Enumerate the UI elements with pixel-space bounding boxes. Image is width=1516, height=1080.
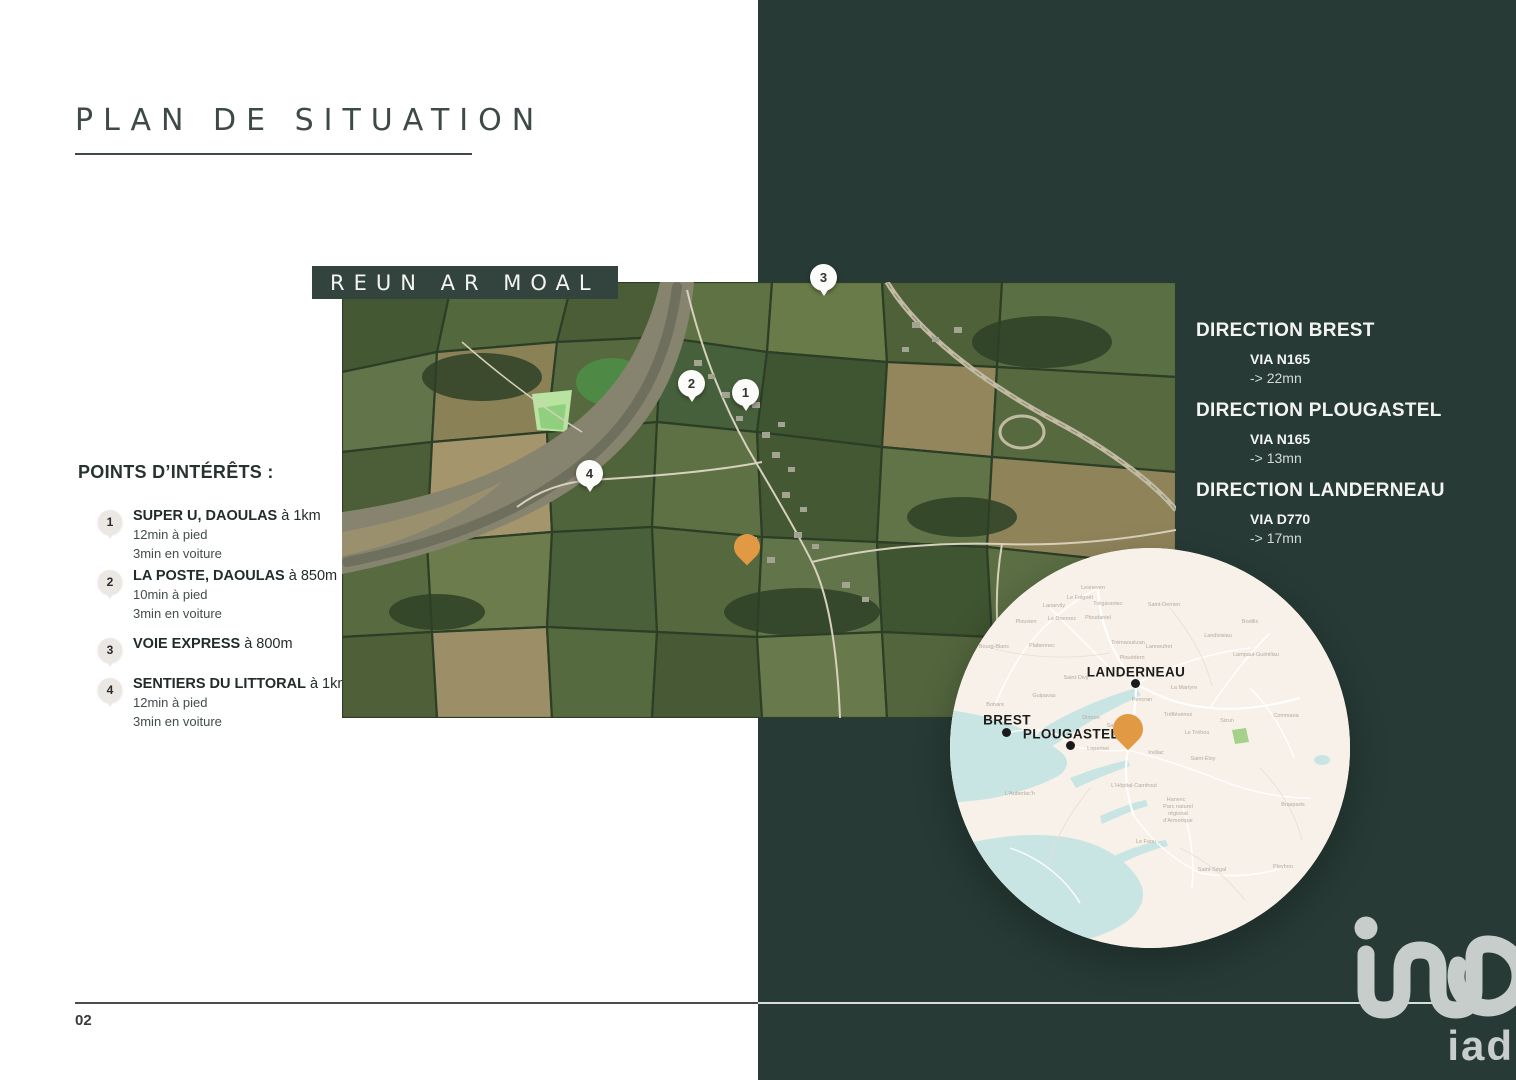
city-label-brest: BREST [983, 713, 1031, 728]
town-label: L'Hôpital-Camfrout [1111, 783, 1157, 789]
poi-item-2: 2 LA POSTE, DAOULAS à 850m 10min à pied … [78, 568, 378, 622]
poi-item-1: 1 SUPER U, DAOULAS à 1km 12min à pied 3m… [78, 508, 378, 562]
town-label: Pencran [1132, 697, 1153, 703]
map-title-label: REUN AR MOAL [312, 266, 618, 299]
direction-plougastel: DIRECTION PLOUGASTEL VIA N165 -> 13mn [1196, 400, 1442, 466]
town-label: Trémaouézan [1111, 640, 1145, 646]
poi-item-3: 3 VOIE EXPRESS à 800m [78, 636, 378, 652]
town-label: Bohars [986, 702, 1003, 708]
poi-heading: POINTS D’INTÉRÊTS : [78, 462, 378, 483]
town-label: Lesneven [1081, 585, 1105, 591]
town-label: Commana [1273, 713, 1298, 719]
poi-pin-3: 3 [98, 638, 122, 662]
poi-pin-1: 1 [98, 510, 122, 534]
overview-map: LANDERNEAU BREST PLOUGASTEL Lesneven Le … [950, 548, 1350, 948]
town-label: Sizun [1220, 718, 1234, 724]
footer-rule-left [75, 1002, 758, 1004]
town-label: Saint-Éloy [1190, 756, 1215, 762]
town-label: Le Faou [1136, 839, 1156, 845]
poi-pin-2: 2 [98, 570, 122, 594]
city-label-landerneau: LANDERNEAU [1087, 665, 1186, 680]
town-label: Saint-Ségal [1198, 867, 1226, 873]
points-of-interest: POINTS D’INTÉRÊTS : 1 SUPER U, DAOULAS à… [78, 462, 378, 483]
marker-number: 4 [586, 466, 593, 481]
direction-time: -> 22mn [1250, 370, 1375, 386]
direction-via: VIA D770 [1250, 511, 1445, 527]
town-label: Pleyben [1273, 864, 1293, 870]
map-marker-1: 1 [732, 379, 759, 406]
town-label: Trégarantec [1093, 601, 1122, 607]
city-label-plougastel: PLOUGASTEL [1023, 727, 1119, 742]
town-label: Loperhet [1087, 746, 1109, 752]
town-label: Bodilis [1242, 619, 1258, 625]
marker-number: 2 [688, 376, 695, 391]
direction-via: VIA N165 [1250, 351, 1375, 367]
iad-logo: iad [1336, 908, 1516, 1073]
town-label: Le Folgoët [1067, 595, 1093, 601]
marker-number: 1 [742, 385, 749, 400]
map-marker-3: 3 [810, 264, 837, 291]
town-label: Le Tréhou [1185, 730, 1210, 736]
poi-pin-number: 3 [107, 643, 114, 657]
city-dot-plougastel [1066, 741, 1075, 750]
town-label: L'Auberlac'h [1005, 791, 1035, 797]
town-label: La Martyre [1171, 685, 1197, 691]
direction-time: -> 13mn [1250, 450, 1442, 466]
town-label: Saint-Derrien [1148, 602, 1180, 608]
city-dot-brest [1002, 728, 1011, 737]
direction-landerneau: DIRECTION LANDERNEAU VIA D770 -> 17mn [1196, 480, 1445, 546]
town-label: Le Drennec [1048, 616, 1076, 622]
poi-pin-number: 1 [107, 515, 114, 529]
poi-pin-number: 2 [107, 575, 114, 589]
town-label: Plouédern [1119, 655, 1144, 661]
direction-brest: DIRECTION BREST VIA N165 -> 22mn [1196, 320, 1375, 386]
town-label: Saint-Divy [1063, 675, 1088, 681]
map-marker-2: 2 [678, 370, 705, 397]
iad-logo-text: iad [1447, 1022, 1514, 1069]
park-label: régional [1168, 811, 1188, 817]
town-label: Plouvien [1015, 619, 1036, 625]
town-label: Irvillac [1148, 750, 1164, 756]
park-label: d'Armorique [1163, 818, 1192, 824]
city-dot-landerneau [1131, 679, 1140, 688]
overview-map-image [950, 548, 1350, 948]
map-marker-4: 4 [576, 460, 603, 487]
map-title-text: REUN AR MOAL [330, 271, 600, 295]
direction-via: VIA N165 [1250, 431, 1442, 447]
direction-title: DIRECTION PLOUGASTEL [1196, 400, 1442, 422]
direction-title: DIRECTION BREST [1196, 320, 1375, 342]
town-label: Plabennec [1029, 643, 1055, 649]
town-label: Brasparts [1281, 802, 1305, 808]
town-label: Lanarvily [1043, 603, 1065, 609]
slide-root: PLAN DE SITUATION [0, 0, 1516, 1080]
park-label: Parc naturel [1163, 804, 1193, 810]
page-number: 02 [75, 1012, 92, 1029]
town-label: Bourg-Blanc [979, 644, 1009, 650]
iad-logo-mark: iad [1336, 908, 1516, 1073]
direction-time: -> 17mn [1250, 530, 1445, 546]
poi-item-4: 4 SENTIERS DU LITTORAL à 1km 12min à pie… [78, 676, 378, 730]
town-label: Dirinon [1082, 715, 1099, 721]
poi-pin-number: 4 [107, 683, 114, 697]
town-label: Ploudaniel [1085, 615, 1111, 621]
town-label: Guipavas [1032, 693, 1055, 699]
town-label: Landivisiau [1204, 633, 1232, 639]
direction-title: DIRECTION LANDERNEAU [1196, 480, 1445, 502]
title-underline [75, 153, 472, 155]
page-title: PLAN DE SITUATION [75, 103, 544, 138]
town-label: Tréflévénez [1164, 712, 1193, 718]
marker-number: 3 [820, 270, 827, 285]
town-label: Lampaul-Guimiliau [1233, 652, 1279, 658]
poi-pin-4: 4 [98, 678, 122, 702]
town-label: Lanneufret [1146, 644, 1172, 650]
town-label: Hanvec [1167, 797, 1186, 803]
